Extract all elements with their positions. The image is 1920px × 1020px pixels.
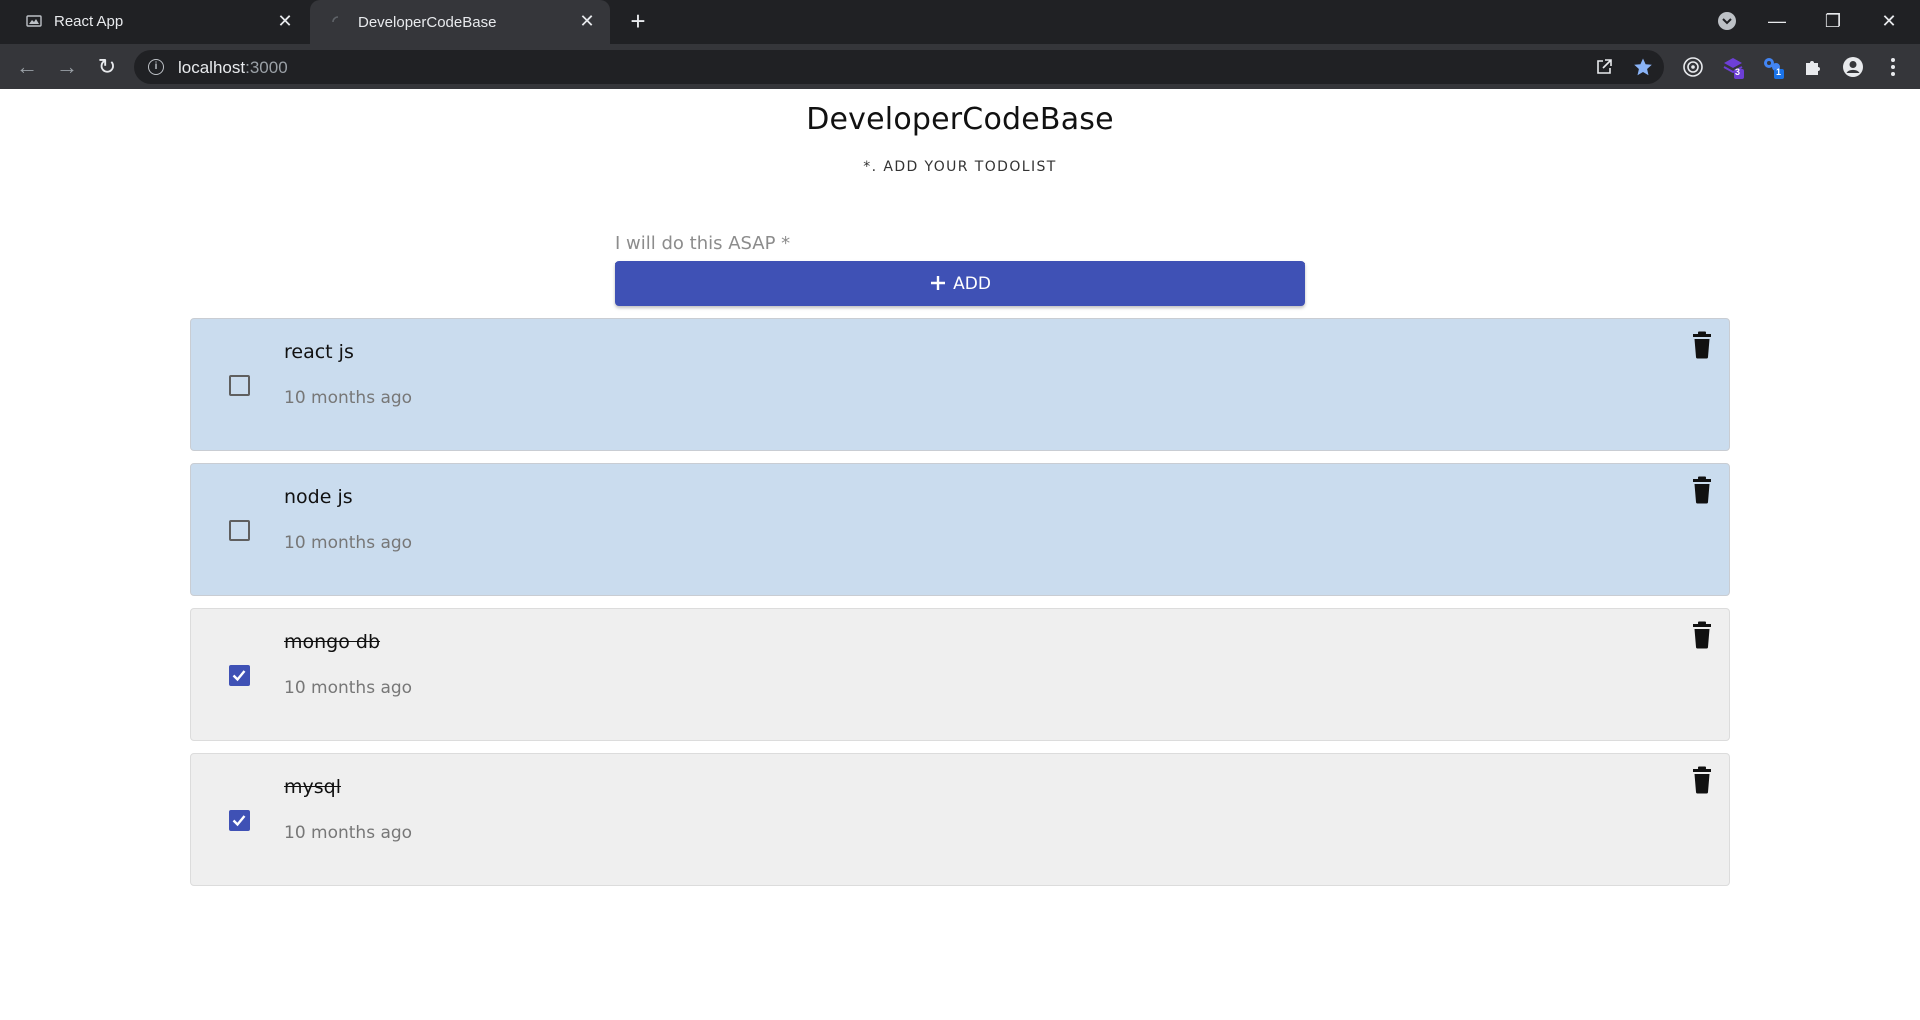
plus-icon [929, 274, 947, 294]
page-title: DeveloperCodeBase [806, 102, 1114, 137]
todo-item: mysql 10 months ago [190, 753, 1730, 886]
extension-badge: 1 [1776, 67, 1782, 77]
add-todo-button[interactable]: ADD [615, 261, 1305, 306]
todo-text: mysql [284, 776, 341, 798]
todo-time: 10 months ago [284, 678, 413, 698]
page-subtitle: *. ADD YOUR TODOLIST [863, 159, 1057, 175]
url-text: localhost:3000 [178, 58, 288, 77]
react-favicon-icon [26, 13, 42, 29]
tab-label: DeveloperCodeBase [358, 13, 497, 31]
tab-label: React App [54, 12, 124, 30]
extension-layers-icon[interactable]: 3 [1721, 55, 1745, 79]
reload-button[interactable]: ↻ [92, 52, 122, 82]
delete-todo-button[interactable] [1690, 476, 1714, 504]
delete-todo-button[interactable] [1690, 621, 1714, 649]
tab-search-button[interactable] [1704, 6, 1750, 36]
extension-badge: 3 [1735, 67, 1741, 77]
loading-favicon-icon [330, 14, 346, 30]
todo-checkbox[interactable] [227, 808, 251, 832]
todo-text: mongo db [284, 631, 381, 653]
todo-checkbox[interactable] [227, 518, 251, 542]
browser-menu-icon[interactable] [1881, 55, 1905, 79]
todo-text: react js [284, 341, 354, 363]
todo-time: 10 months ago [284, 823, 413, 843]
page-content: DeveloperCodeBase *. ADD YOUR TODOLIST A… [0, 89, 1920, 1020]
close-tab-icon[interactable]: ✕ [276, 12, 294, 30]
trash-icon [1693, 476, 1711, 504]
back-button[interactable]: ← [12, 52, 42, 82]
add-button-label: ADD [953, 273, 991, 294]
todo-item: react js 10 months ago [190, 318, 1730, 451]
extensions-puzzle-icon[interactable] [1801, 55, 1825, 79]
minimize-button[interactable]: — [1754, 6, 1800, 36]
todo-time: 10 months ago [284, 388, 413, 408]
checkbox-checked-icon [228, 809, 250, 831]
bookmark-star-icon[interactable] [1631, 55, 1655, 79]
new-tab-button[interactable]: + [624, 8, 652, 36]
delete-todo-button[interactable] [1690, 331, 1714, 359]
todo-item: mongo db 10 months ago [190, 608, 1730, 741]
open-external-icon[interactable] [1592, 55, 1616, 79]
browser-toolbar: ← → ↻ i localhost:3000 3 1 [0, 44, 1920, 89]
checkbox-unchecked-icon [228, 519, 250, 541]
todo-checkbox[interactable] [227, 373, 251, 397]
todo-input[interactable] [615, 217, 1305, 263]
profile-avatar-icon[interactable] [1841, 55, 1865, 79]
forward-button[interactable]: → [52, 52, 82, 82]
trash-icon [1693, 621, 1711, 649]
delete-todo-button[interactable] [1690, 766, 1714, 794]
trash-icon [1693, 331, 1711, 359]
extension-target-icon[interactable] [1681, 55, 1705, 79]
close-tab-icon[interactable]: ✕ [578, 12, 596, 30]
tab-react-app[interactable]: React App ✕ [10, 0, 308, 42]
todo-input-wrapper [615, 217, 1305, 264]
checkbox-checked-icon [228, 664, 250, 686]
checkbox-unchecked-icon [228, 374, 250, 396]
address-bar[interactable]: i localhost:3000 [134, 50, 1664, 84]
close-window-button[interactable]: ✕ [1866, 6, 1912, 36]
todo-text: node js [284, 486, 353, 508]
tab-developercodebase[interactable]: DeveloperCodeBase ✕ [310, 0, 610, 44]
trash-icon [1693, 766, 1711, 794]
todo-item: node js 10 months ago [190, 463, 1730, 596]
restore-button[interactable]: ❐ [1810, 6, 1856, 36]
extension-gears-icon[interactable]: 1 [1761, 55, 1785, 79]
browser-tabbar: React App ✕ DeveloperCodeBase ✕ + — ❐ ✕ [0, 0, 1920, 44]
site-info-icon[interactable]: i [148, 59, 164, 75]
todo-checkbox[interactable] [227, 663, 251, 687]
todo-time: 10 months ago [284, 533, 413, 553]
